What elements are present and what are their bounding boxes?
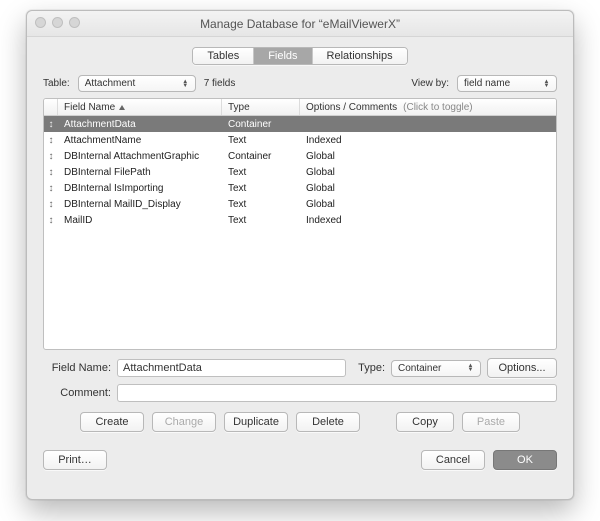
updown-icon: ▲▼ xyxy=(180,80,191,88)
table-row[interactable]: ↕AttachmentNameTextIndexed xyxy=(44,132,556,148)
table-row[interactable]: ↕DBInternal FilePathTextGlobal xyxy=(44,164,556,180)
cell-fieldname: AttachmentData xyxy=(58,119,222,130)
tab-bar: Tables Fields Relationships xyxy=(27,37,573,71)
table-row[interactable]: ↕DBInternal IsImportingTextGlobal xyxy=(44,180,556,196)
cell-options: Global xyxy=(300,167,556,178)
table-select-value: Attachment xyxy=(85,78,136,89)
options-button[interactable]: Options... xyxy=(487,358,557,378)
paste-button[interactable]: Paste xyxy=(462,412,520,432)
cell-type: Text xyxy=(222,167,300,178)
cell-type: Container xyxy=(222,151,300,162)
tab-fields[interactable]: Fields xyxy=(254,48,312,64)
click-toggle-hint: (Click to toggle) xyxy=(403,102,472,113)
window-controls xyxy=(35,17,80,28)
col-fieldname[interactable]: Field Name xyxy=(58,99,222,115)
cell-fieldname: AttachmentName xyxy=(58,135,222,146)
cell-options: Indexed xyxy=(300,135,556,146)
close-icon[interactable] xyxy=(35,17,46,28)
col-options[interactable]: Options / Comments (Click to toggle) xyxy=(300,99,556,115)
cell-type: Text xyxy=(222,199,300,210)
comment-input[interactable] xyxy=(117,384,557,402)
drag-handle-icon[interactable]: ↕ xyxy=(44,151,58,162)
ok-button[interactable]: OK xyxy=(493,450,557,470)
table-label: Table: xyxy=(43,78,70,89)
cell-options: Global xyxy=(300,199,556,210)
cell-fieldname: MailID xyxy=(58,215,222,226)
drag-handle-icon[interactable]: ↕ xyxy=(44,135,58,146)
fieldname-label: Field Name: xyxy=(43,362,111,374)
create-button[interactable]: Create xyxy=(80,412,144,432)
field-count: 7 fields xyxy=(204,78,236,89)
type-select-value: Container xyxy=(398,363,441,374)
fieldname-input[interactable] xyxy=(117,359,346,377)
duplicate-button[interactable]: Duplicate xyxy=(224,412,288,432)
table-header: Field Name Type Options / Comments (Clic… xyxy=(44,99,556,116)
tab-segment: Tables Fields Relationships xyxy=(192,47,407,65)
updown-icon: ▲▼ xyxy=(541,80,552,88)
col-type[interactable]: Type xyxy=(222,99,300,115)
action-buttons: Create Change Duplicate Delete Copy Past… xyxy=(27,402,573,432)
table-toolbar: Table: Attachment ▲▼ 7 fields View by: f… xyxy=(27,71,573,98)
copy-button[interactable]: Copy xyxy=(396,412,454,432)
cell-fieldname: DBInternal MailID_Display xyxy=(58,199,222,210)
table-body: ↕AttachmentDataContainer↕AttachmentNameT… xyxy=(44,116,556,228)
table-row[interactable]: ↕DBInternal MailID_DisplayTextGlobal xyxy=(44,196,556,212)
drag-handle-icon[interactable]: ↕ xyxy=(44,199,58,210)
table-row[interactable]: ↕DBInternal AttachmentGraphicContainerGl… xyxy=(44,148,556,164)
viewby-select-value: field name xyxy=(464,78,510,89)
cell-type: Text xyxy=(222,135,300,146)
fieldname-row: Field Name: Type: Container ▲▼ Options..… xyxy=(27,350,573,378)
print-button[interactable]: Print… xyxy=(43,450,107,470)
drag-handle-icon[interactable]: ↕ xyxy=(44,215,58,226)
delete-button[interactable]: Delete xyxy=(296,412,360,432)
viewby-select[interactable]: field name ▲▼ xyxy=(457,75,557,92)
type-select[interactable]: Container ▲▼ xyxy=(391,360,481,377)
tab-relationships[interactable]: Relationships xyxy=(313,48,407,64)
titlebar: Manage Database for “eMailViewerX” xyxy=(27,11,573,37)
table-select[interactable]: Attachment ▲▼ xyxy=(78,75,196,92)
updown-icon: ▲▼ xyxy=(465,364,476,372)
table-row[interactable]: ↕MailIDTextIndexed xyxy=(44,212,556,228)
viewby-label: View by: xyxy=(411,78,449,89)
cell-options: Indexed xyxy=(300,215,556,226)
cell-type: Container xyxy=(222,119,300,130)
cell-type: Text xyxy=(222,215,300,226)
window-title: Manage Database for “eMailViewerX” xyxy=(200,17,400,31)
col-handle xyxy=(44,99,58,115)
cell-options: Global xyxy=(300,151,556,162)
drag-handle-icon[interactable]: ↕ xyxy=(44,167,58,178)
cell-type: Text xyxy=(222,183,300,194)
cancel-button[interactable]: Cancel xyxy=(421,450,485,470)
cell-fieldname: DBInternal IsImporting xyxy=(58,183,222,194)
comment-label: Comment: xyxy=(43,387,111,399)
comment-row: Comment: xyxy=(27,378,573,402)
drag-handle-icon[interactable]: ↕ xyxy=(44,119,58,130)
fields-table: Field Name Type Options / Comments (Clic… xyxy=(43,98,557,350)
minimize-icon[interactable] xyxy=(52,17,63,28)
cell-fieldname: DBInternal AttachmentGraphic xyxy=(58,151,222,162)
zoom-icon[interactable] xyxy=(69,17,80,28)
cell-fieldname: DBInternal FilePath xyxy=(58,167,222,178)
drag-handle-icon[interactable]: ↕ xyxy=(44,183,58,194)
footer: Print… Cancel OK xyxy=(27,432,573,470)
cell-options: Global xyxy=(300,183,556,194)
type-label: Type: xyxy=(358,362,385,374)
manage-database-window: Manage Database for “eMailViewerX” Table… xyxy=(26,10,574,500)
tab-tables[interactable]: Tables xyxy=(193,48,254,64)
table-row[interactable]: ↕AttachmentDataContainer xyxy=(44,116,556,132)
change-button[interactable]: Change xyxy=(152,412,216,432)
